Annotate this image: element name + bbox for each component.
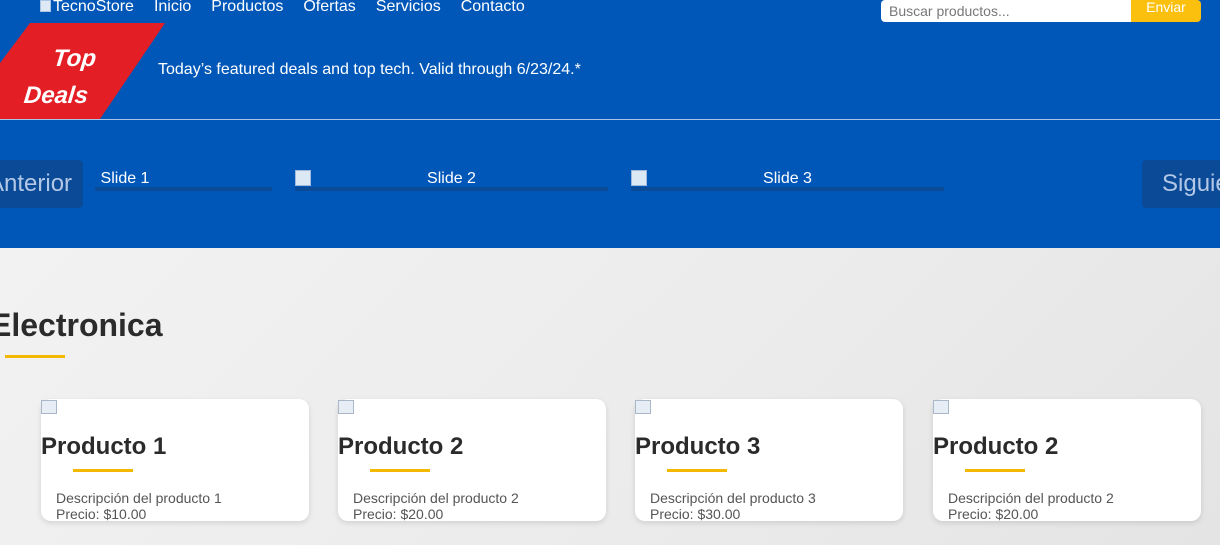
- product-name-underline: [965, 469, 1025, 472]
- header-divider: [0, 119, 1220, 120]
- product-card[interactable]: Producto 1 Descripción del producto 1 Pr…: [41, 399, 309, 522]
- broken-image-icon: [41, 400, 57, 414]
- products-section: Electronica Producto 1 Descripción del p…: [0, 248, 1220, 545]
- carousel-next-button[interactable]: Siguiente: [1142, 160, 1220, 208]
- nav-link-inicio[interactable]: Inicio: [154, 0, 191, 15]
- broken-image-icon: [338, 400, 354, 414]
- product-card[interactable]: Producto 2 Descripción del producto 2 Pr…: [933, 399, 1201, 522]
- carousel-prev-button[interactable]: Anterior: [0, 160, 83, 208]
- slide-label: Slide 2: [427, 170, 476, 187]
- badge-line-1: Top: [51, 45, 98, 72]
- product-price: Precio: $10.00: [56, 506, 147, 522]
- carousel-slide-2[interactable]: Slide 2: [295, 170, 608, 192]
- product-card[interactable]: Producto 3 Descripción del producto 3 Pr…: [635, 399, 903, 522]
- section-title: Electronica: [0, 307, 163, 343]
- product-description: Descripción del producto 1: [56, 490, 222, 506]
- nav-link-productos[interactable]: Productos: [211, 0, 283, 15]
- product-name-underline: [370, 469, 430, 472]
- site-header: TecnoStore Inicio Productos Ofertas Serv…: [0, 0, 1220, 248]
- product-name: Producto 3: [635, 433, 761, 460]
- carousel-slide-3[interactable]: Slide 3: [631, 170, 944, 192]
- product-price: Precio: $20.00: [948, 506, 1039, 522]
- broken-image-icon: [635, 400, 651, 414]
- nav-link-servicios[interactable]: Servicios: [376, 0, 441, 15]
- product-description: Descripción del producto 3: [650, 490, 816, 506]
- product-price: Precio: $30.00: [650, 506, 741, 522]
- slide-label: Slide 1: [100, 170, 150, 187]
- broken-image-icon: [933, 400, 949, 414]
- main-nav: TecnoStore Inicio Productos Ofertas Serv…: [40, 0, 525, 18]
- broken-image-icon: [40, 0, 51, 12]
- badge-line-2: Deals: [22, 82, 90, 109]
- carousel-slide-1[interactable]: Slide 1: [95, 170, 272, 192]
- product-name: Producto 1: [41, 433, 167, 460]
- search-submit-button[interactable]: Enviar: [1131, 0, 1201, 22]
- nav-link-contacto[interactable]: Contacto: [461, 0, 525, 15]
- nav-link-ofertas[interactable]: Ofertas: [303, 0, 355, 15]
- product-name-underline: [73, 469, 133, 472]
- product-name-underline: [667, 469, 727, 472]
- product-price: Precio: $20.00: [353, 506, 444, 522]
- slide-label: Slide 3: [763, 170, 812, 187]
- section-title-underline: [5, 355, 65, 358]
- logo[interactable]: TecnoStore: [40, 0, 134, 15]
- promo-text: Today’s featured deals and top tech. Val…: [158, 61, 581, 78]
- product-card[interactable]: Producto 2 Descripción del producto 2 Pr…: [338, 399, 606, 522]
- logo-alt-text: TecnoStore: [53, 0, 134, 15]
- product-description: Descripción del producto 2: [353, 490, 519, 506]
- product-description: Descripción del producto 2: [948, 490, 1114, 506]
- product-name: Producto 2: [933, 433, 1059, 460]
- product-name: Producto 2: [338, 433, 464, 460]
- search-input[interactable]: [881, 0, 1131, 22]
- top-deals-badge: Top Deals: [0, 23, 165, 119]
- search-form: Enviar: [881, 0, 1201, 22]
